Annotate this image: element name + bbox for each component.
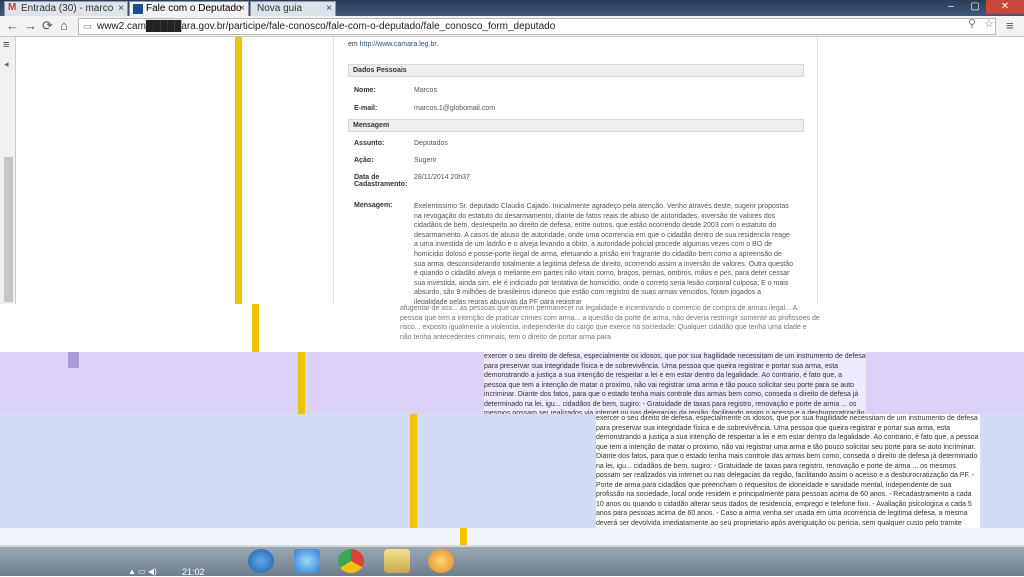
close-tab-icon[interactable]: × [239,3,245,14]
nome-value: Marcos [414,87,437,94]
browser-toolbar: ← → ⟳ ⌂ ▭ www2.cam█████ara.gov.br/partic… [0,16,1024,37]
assunto-value: Deputados [414,140,448,147]
field-nome: Nome: Marcos [348,87,804,94]
data-label: Data de Cadastramento: [354,174,408,188]
taskbar: ▲ ▭ ◀) [0,547,1024,576]
field-acao: Ação: Sugerir [348,157,804,164]
minimize-button[interactable]: ‒ [938,0,964,14]
message-fragment-1: afugentar de ass... as pessoas que quere… [400,304,820,352]
glitch-block [68,352,79,368]
field-assunto: Assunto: Deputados [348,140,804,147]
content-border [817,37,818,304]
tab-strip: M Entrada (30) - marco × Fale com o Depu… [0,0,1024,16]
accent-bar [460,528,467,545]
acao-value: Sugerir [414,157,437,164]
accent-bar [252,304,259,352]
accent-bar [298,352,305,414]
tray-icons[interactable]: ▲ ▭ ◀) [128,567,157,576]
close-window-button[interactable]: ✕ [986,0,1024,14]
ie-icon[interactable] [294,549,320,573]
intro-text: em http://www.camara.leg.br. [348,37,804,48]
reload-button[interactable]: ⟳ [42,18,53,34]
close-tab-icon[interactable]: × [326,3,332,14]
address-bar[interactable]: ▭ www2.cam█████ara.gov.br/participe/fale… [78,18,996,35]
forward-button[interactable]: → [24,18,37,34]
intro-suffix: . [436,41,439,48]
mensagem-text: Exelentissimo Sr. deputado Claudio Cajad… [414,203,793,306]
page-info-icon[interactable]: ▭ [83,21,92,32]
assunto-label: Assunto: [354,140,385,147]
left-panel: ≡ ◂ [0,37,16,304]
content-border [333,37,334,304]
maximize-button[interactable]: ▢ [962,0,988,14]
section-dados-pessoais: Dados Pessoais [348,64,804,77]
start-icon[interactable] [248,549,274,573]
form-content: em http://www.camara.leg.br. Dados Pesso… [348,37,804,308]
camara-icon [133,4,143,14]
accent-bar [410,414,417,528]
section-mensagem: Mensagem [348,119,804,132]
nome-label: Nome: [354,87,376,94]
back-button[interactable]: ← [6,18,19,34]
chrome-icon[interactable] [338,549,364,573]
data-value: 28/11/2014 20h37 [414,174,470,181]
tab-fale-com-deputado[interactable]: Fale com o Deputado × [129,1,249,16]
tab-label: Entrada (30) - marco [21,3,114,14]
mensagem-label: Mensagem: [354,202,393,209]
close-tab-icon[interactable]: × [118,3,124,14]
message-fragment-2b: exercer o seu direito de defesa, especia… [596,414,980,528]
field-mensagem: Mensagem: Exelentissimo Sr. deputado Cla… [348,202,804,308]
search-icon[interactable]: ⚲ [968,17,976,30]
media-icon[interactable] [428,549,454,573]
field-email: E-mail: marcos.1@globomail.com [348,105,804,112]
intro-prefix: em [348,41,360,48]
acao-label: Ação: [354,157,374,164]
tab-gmail[interactable]: M Entrada (30) - marco × [4,1,128,16]
tab-label: Nova guia [257,3,303,14]
tab-label: Fale com o Deputado [146,3,242,14]
field-data: Data de Cadastramento: 28/11/2014 20h37 [348,174,804,188]
gmail-icon: M [8,2,17,13]
bookmark-star-icon[interactable]: ☆ [984,17,994,30]
camara-link[interactable]: http://www.camara.leg.br [360,41,437,48]
email-value: marcos.1@globomail.com [414,105,496,112]
explorer-icon[interactable] [384,549,410,573]
tab-nova-guia[interactable]: Nova guia × [250,1,336,16]
collapse-icon[interactable]: ◂ [4,59,9,70]
url-text: www2.cam█████ara.gov.br/participe/fale-c… [97,21,556,32]
menu-button[interactable]: ≡ [1006,18,1014,34]
accent-bar [235,37,242,304]
message-fragment-2a: exercer o seu direito de defesa, especia… [484,352,866,414]
scrollbar-thumb[interactable] [4,157,13,302]
hamburger-icon[interactable]: ≡ [3,39,9,51]
email-label: E-mail: [354,105,378,112]
home-button[interactable]: ⌂ [60,18,68,34]
